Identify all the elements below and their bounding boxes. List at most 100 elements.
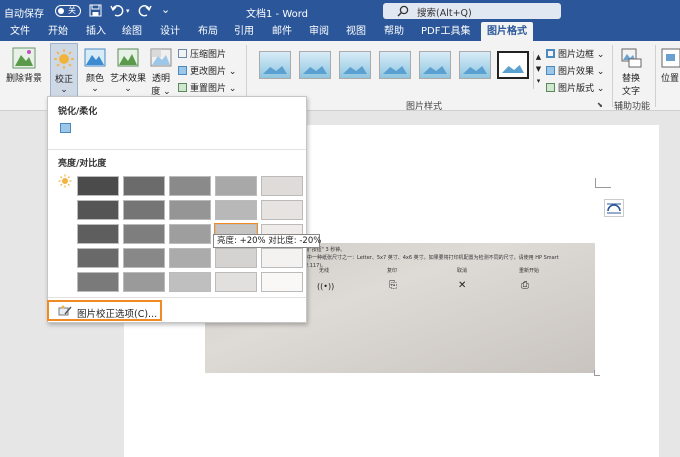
preset-tooltip: 亮度: +20% 对比度: -20% (213, 234, 321, 248)
color-button[interactable]: 颜色 ⌄ (83, 47, 107, 94)
tab-view[interactable]: 视图 (346, 22, 366, 41)
tab-file[interactable]: 文件 (10, 22, 30, 41)
picture-styles-launcher-icon[interactable]: ⬊ (597, 101, 603, 109)
brightness-contrast-preset[interactable] (215, 248, 257, 268)
brightness-contrast-preset[interactable] (169, 272, 211, 292)
effects-label: 图片效果 (558, 67, 595, 77)
change-picture-icon (178, 66, 187, 75)
tab-mailings[interactable]: 邮件 (272, 22, 292, 41)
brightness-contrast-header: 亮度/对比度 (58, 159, 107, 169)
restart-icon: ⎙ (521, 280, 529, 291)
brightness-contrast-preset[interactable] (169, 248, 211, 268)
tab-picture-format[interactable]: 图片格式 (481, 22, 533, 41)
tab-home[interactable]: 开始 (48, 22, 68, 41)
picture-border-button[interactable]: 图片边框 ⌄ (546, 47, 604, 60)
picture-effects-button[interactable]: 图片效果 ⌄ (546, 64, 604, 77)
tab-pdf-tools[interactable]: PDF工具集 (421, 22, 470, 41)
reset-picture-button[interactable]: 重置图片 ⌄ (178, 81, 236, 94)
alt-text-label: 替换 (621, 74, 640, 84)
picture-styles-gallery: ▲ ▼ ▾ (253, 47, 543, 93)
group-separator (612, 45, 613, 107)
brightness-contrast-preset[interactable] (169, 176, 211, 196)
brightness-contrast-preset[interactable] (261, 272, 303, 292)
artistic-effects-button[interactable]: 艺术效果 ⌄ (110, 47, 146, 94)
picture-style-2[interactable] (299, 51, 331, 79)
picture-layout-button[interactable]: 图片版式 ⌄ (546, 81, 604, 94)
search-placeholder: 搜索(Alt+Q) (417, 8, 472, 19)
picture-corner-handle[interactable] (594, 370, 600, 376)
tab-layout[interactable]: 布局 (198, 22, 218, 41)
picture-style-1[interactable] (259, 51, 291, 79)
corrections-sun-icon (54, 49, 74, 69)
change-picture-label: 更改图片 (190, 67, 227, 77)
compress-pictures-button[interactable]: 压缩图片 (178, 47, 226, 60)
autosave-label: 自动保存 (4, 9, 44, 20)
position-label: 位置 (660, 74, 679, 84)
undo-dropdown-icon[interactable]: ▾ (126, 7, 130, 15)
search-icon (397, 5, 409, 17)
customize-toolbar-icon[interactable]: ⌄ (161, 3, 170, 16)
autosave-toggle[interactable]: 关 (55, 5, 81, 17)
tab-help[interactable]: 帮助 (384, 22, 404, 41)
picture-style-7[interactable] (497, 51, 529, 79)
brightness-contrast-preset[interactable] (123, 248, 165, 268)
picture-style-5[interactable] (419, 51, 451, 79)
brightness-contrast-preset[interactable] (123, 272, 165, 292)
tab-draw[interactable]: 绘图 (122, 22, 142, 41)
brightness-contrast-preset[interactable] (215, 200, 257, 220)
brightness-contrast-preset[interactable] (77, 224, 119, 244)
tab-references[interactable]: 引用 (234, 22, 254, 41)
brightness-contrast-preset[interactable] (169, 200, 211, 220)
corrections-button[interactable]: 校正 ⌄ (50, 43, 78, 97)
picture-style-4[interactable] (379, 51, 411, 79)
brightness-contrast-preset[interactable] (215, 272, 257, 292)
layout-options-icon (607, 203, 621, 214)
tab-insert[interactable]: 插入 (86, 22, 106, 41)
sharpen-preset-thumb[interactable] (60, 123, 71, 133)
redo-icon[interactable] (138, 4, 152, 17)
copy-icon: ⎘ (389, 280, 397, 291)
brightness-contrast-preset[interactable] (169, 224, 211, 244)
artistic-effects-icon (117, 48, 139, 67)
corrections-options-icon (58, 305, 72, 316)
search-box[interactable]: 搜索(Alt+Q) (383, 3, 561, 19)
tab-design[interactable]: 设计 (160, 22, 180, 41)
corrections-options-label: 图片校正选项(C)... (77, 309, 158, 320)
save-icon[interactable] (89, 4, 102, 17)
picture-style-3[interactable] (339, 51, 371, 79)
remove-background-label: 删除背景 (5, 74, 42, 84)
brightness-contrast-preset[interactable] (77, 176, 119, 196)
photo-caption-copy: 复印 (387, 268, 398, 274)
brightness-contrast-preset[interactable] (123, 224, 165, 244)
brightness-contrast-preset[interactable] (123, 176, 165, 196)
position-button[interactable]: 位置 (660, 47, 680, 84)
picture-style-6[interactable] (459, 51, 491, 79)
document-title: 文档1 - Word (246, 9, 309, 20)
brightness-contrast-preset[interactable] (261, 200, 303, 220)
brightness-contrast-preset[interactable] (77, 272, 119, 292)
border-icon (546, 49, 555, 58)
color-dropdown-icon: ⌄ (91, 84, 99, 94)
brightness-contrast-preset[interactable] (215, 176, 257, 196)
remove-background-icon (12, 47, 36, 69)
picture-corrections-options-button[interactable]: 图片校正选项(C)... (47, 300, 162, 321)
toggle-knob (58, 8, 64, 14)
brightness-contrast-preset[interactable] (261, 176, 303, 196)
brightness-contrast-preset[interactable] (77, 200, 119, 220)
alt-text-icon (621, 48, 642, 68)
brightness-contrast-preset[interactable] (261, 248, 303, 268)
alt-text-button[interactable]: 替换 文字 (617, 47, 645, 97)
reset-picture-icon (178, 83, 187, 92)
undo-icon[interactable] (110, 4, 124, 17)
compress-icon (178, 49, 187, 58)
change-picture-button[interactable]: 更改图片 ⌄ (178, 64, 236, 77)
artistic-effects-dropdown-icon: ⌄ (124, 84, 132, 94)
gallery-scroll[interactable]: ▲ ▼ ▾ (533, 51, 543, 89)
brightness-contrast-preset[interactable] (123, 200, 165, 220)
transparency-button[interactable]: 透明 度 ⌄ (148, 47, 174, 97)
remove-background-button[interactable]: 删除背景 (3, 47, 45, 84)
tab-review[interactable]: 审阅 (309, 22, 329, 41)
brightness-contrast-preset[interactable] (77, 248, 119, 268)
layout-label: 图片版式 (558, 84, 595, 94)
layout-options-button[interactable] (604, 199, 624, 217)
